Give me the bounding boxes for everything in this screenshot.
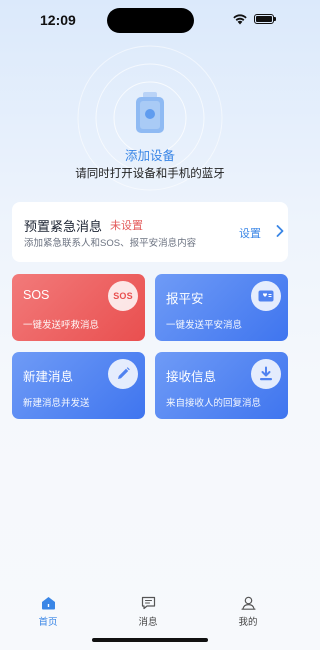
hero-subtitle: 请同时打开设备和手机的蓝牙 — [75, 168, 225, 180]
tile-title: 接收信息 — [166, 370, 217, 384]
tile-description: 新建消息并发送 — [23, 398, 90, 409]
sos-tile[interactable]: SOS 一键发送呼救消息 SOS — [12, 274, 145, 341]
tile-description: 一键发送呼救消息 — [23, 320, 100, 331]
sos-icon-text: SOS — [113, 291, 133, 301]
preset-settings-button[interactable]: 设置 — [239, 225, 261, 241]
tile-description: 一键发送平安消息 — [166, 320, 243, 331]
tab-label: 消息 — [138, 617, 158, 628]
preset-title: 预置紧急消息 — [24, 219, 103, 234]
receive-info-tile[interactable]: 接收信息 来自接收人的回复消息 — [155, 352, 288, 419]
add-device-link[interactable]: 添加设备 — [0, 145, 300, 164]
preset-description: 添加紧急联系人和SOS、报平安消息内容 — [24, 238, 197, 249]
home-icon — [41, 597, 55, 610]
tile-title: SOS — [23, 288, 50, 302]
profile-icon — [240, 596, 256, 610]
bottom-tab-bar: 首页 消息 我的 — [0, 590, 300, 635]
chevron-right-icon[interactable] — [276, 225, 284, 237]
preset-status-badge: 未设置 — [110, 220, 143, 232]
device-icon[interactable] — [134, 92, 166, 134]
tile-title: 新建消息 — [23, 370, 74, 384]
tab-messages[interactable]: 消息 — [118, 596, 178, 628]
message-icon — [141, 596, 155, 610]
new-message-tile[interactable]: 新建消息 新建消息并发送 — [12, 352, 145, 419]
download-icon — [251, 359, 281, 389]
pencil-icon — [108, 359, 138, 389]
tile-description: 来自接收人的回复消息 — [166, 398, 262, 409]
sos-icon: SOS — [108, 281, 138, 311]
report-safe-tile[interactable]: 报平安 一键发送平安消息 — [155, 274, 288, 341]
tab-label: 我的 — [238, 617, 258, 628]
preset-message-card[interactable]: 预置紧急消息 未设置 添加紧急联系人和SOS、报平安消息内容 设置 — [12, 202, 288, 262]
tab-label: 首页 — [38, 617, 58, 628]
tile-title: 报平安 — [166, 292, 204, 306]
tab-home[interactable]: 首页 — [18, 596, 78, 628]
tab-profile[interactable]: 我的 — [218, 596, 278, 628]
card-icon — [251, 281, 281, 311]
home-indicator — [92, 638, 208, 642]
